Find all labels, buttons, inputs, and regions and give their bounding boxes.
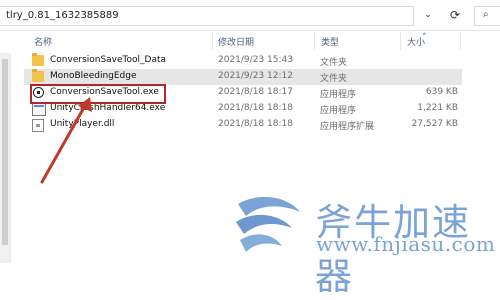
address-bar: tlry_0.81_1632385889 ⌄ ⟳ ⌕	[0, 0, 500, 31]
navigation-pane-scrollbar[interactable]	[0, 53, 10, 263]
folder-icon	[32, 69, 44, 82]
address-field[interactable]: tlry_0.81_1632385889	[0, 6, 414, 26]
file-type: 文件夹	[320, 58, 348, 68]
file-date: 2021/9/23 12:12	[218, 71, 293, 81]
watermark-url: www.fnjiasu.com	[316, 232, 496, 256]
column-divider[interactable]	[460, 32, 461, 50]
highlight-box	[30, 84, 166, 104]
refresh-icon[interactable]: ⟳	[446, 6, 464, 24]
sort-chevron-icon: ˄	[422, 33, 427, 43]
file-size: 639 KB	[425, 87, 458, 97]
file-name: ConversionSaveTool_Data	[50, 55, 167, 65]
file-type: 应用程序	[320, 90, 357, 100]
file-type: 应用程序	[320, 106, 357, 116]
file-size: 27,527 KB	[411, 119, 458, 129]
column-divider[interactable]	[400, 32, 401, 50]
search-input[interactable]: ⌕	[474, 6, 500, 26]
file-name: UnityCrashHandler64.exe	[50, 103, 166, 113]
file-date: 2021/8/18 18:18	[218, 119, 293, 129]
column-type[interactable]: 类型	[321, 35, 339, 48]
folder-icon	[32, 53, 44, 66]
address-path: tlry_0.81_1632385889	[6, 10, 119, 21]
column-date[interactable]: 修改日期	[218, 35, 254, 48]
dll-file-icon	[32, 119, 44, 132]
file-type: 文件夹	[320, 74, 348, 84]
file-row[interactable]: MonoBleedingEdge 2021/9/23 12:12 文件夹	[24, 69, 462, 85]
search-icon: ⌕	[483, 9, 489, 20]
column-header: 名称 修改日期 类型 大小 ˄	[0, 32, 500, 50]
watermark-logo-icon	[236, 197, 300, 252]
column-name[interactable]: 名称	[34, 35, 52, 48]
file-row[interactable]: UnityPlayer.dll 2021/8/18 18:18 应用程序扩展 2…	[24, 117, 462, 133]
exe-icon	[32, 103, 46, 116]
file-type: 应用程序扩展	[320, 122, 375, 132]
scrollbar-thumb[interactable]	[2, 59, 8, 245]
column-divider[interactable]	[212, 32, 213, 50]
pane-divider	[10, 53, 11, 263]
file-name: MonoBleedingEdge	[50, 71, 137, 81]
file-date: 2021/8/18 18:18	[218, 103, 293, 113]
file-size: 1,221 KB	[417, 103, 458, 113]
file-date: 2021/9/23 15:43	[218, 55, 293, 65]
file-date: 2021/8/18 18:17	[218, 87, 293, 97]
column-divider[interactable]	[314, 32, 315, 50]
chevron-down-icon[interactable]: ⌄	[420, 8, 436, 22]
file-name: UnityPlayer.dll	[50, 119, 115, 129]
file-row[interactable]: ConversionSaveTool_Data 2021/9/23 15:43 …	[24, 53, 462, 69]
